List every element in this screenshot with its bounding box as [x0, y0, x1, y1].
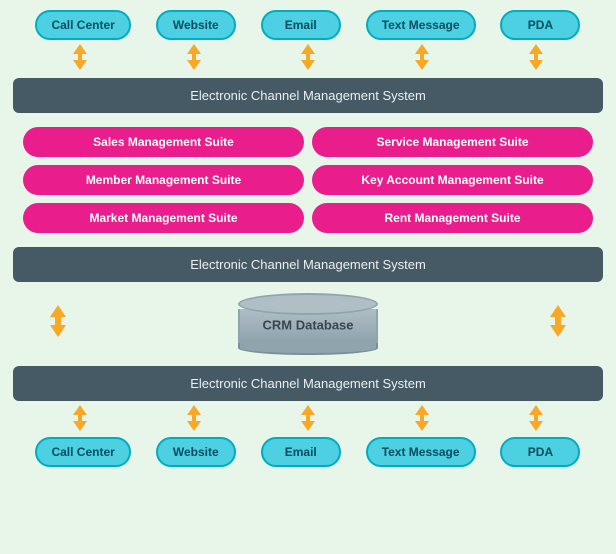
bottom-arrow-5: [496, 403, 576, 438]
top-arrow-1: [40, 42, 120, 77]
bottom-channel-row: Call Center Website Email Text Message P…: [13, 437, 603, 467]
top-channel-text-message: Text Message: [366, 10, 476, 40]
suite-member: Member Management Suite: [23, 165, 304, 195]
crm-section: CRM Database: [13, 284, 603, 364]
top-channel-pda: PDA: [500, 10, 580, 40]
top-channel-row: Call Center Website Email Text Message P…: [13, 10, 603, 40]
ecms-bar-middle: Electronic Channel Management System: [13, 247, 603, 282]
bottom-arrow-3: [268, 403, 348, 438]
top-arrow-3: [268, 42, 348, 77]
bottom-channel-pda: PDA: [500, 437, 580, 467]
db-bottom: [238, 341, 378, 355]
top-arrow-2: [154, 42, 234, 77]
ecms-bar-bottom: Electronic Channel Management System: [13, 366, 603, 401]
suite-key-account: Key Account Management Suite: [312, 165, 593, 195]
top-arrow-4: [382, 42, 462, 77]
top-arrows-row: [13, 42, 603, 76]
db-top: [238, 293, 378, 315]
bottom-channel-website: Website: [156, 437, 236, 467]
bottom-channel-email: Email: [261, 437, 341, 467]
suite-grid: Sales Management Suite Service Managemen…: [13, 115, 603, 245]
crm-label: CRM Database: [262, 318, 353, 333]
top-arrow-5: [496, 42, 576, 77]
bottom-arrow-1: [40, 403, 120, 438]
bottom-arrow-4: [382, 403, 462, 438]
crm-left-arrow: [33, 303, 83, 346]
suite-service: Service Management Suite: [312, 127, 593, 157]
ecms-bar-top: Electronic Channel Management System: [13, 78, 603, 113]
top-channel-website: Website: [156, 10, 236, 40]
suite-sales: Sales Management Suite: [23, 127, 304, 157]
crm-right-arrow: [533, 303, 583, 346]
suite-market: Market Management Suite: [23, 203, 304, 233]
bottom-channel-text-message: Text Message: [366, 437, 476, 467]
bottom-arrows-row: [13, 403, 603, 437]
top-channel-email: Email: [261, 10, 341, 40]
top-channel-call-center: Call Center: [35, 10, 130, 40]
bottom-arrow-2: [154, 403, 234, 438]
suite-rent: Rent Management Suite: [312, 203, 593, 233]
crm-database: CRM Database: [83, 293, 533, 355]
bottom-channel-call-center: Call Center: [35, 437, 130, 467]
